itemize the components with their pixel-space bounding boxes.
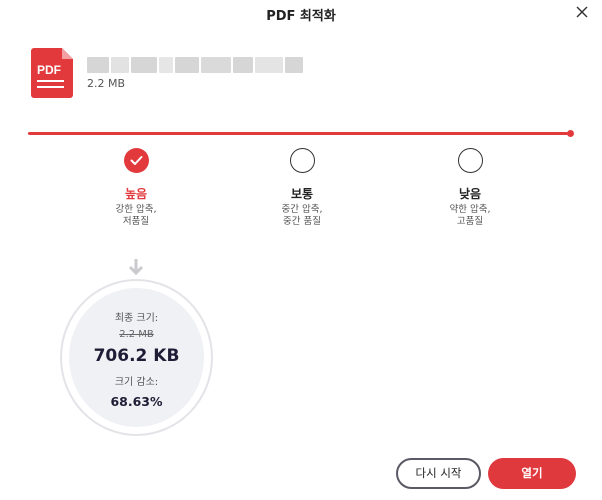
final-size-label: 최종 크기:: [114, 313, 159, 324]
restart-button[interactable]: 다시 시작: [396, 458, 481, 489]
file-size: 2.2 MB: [87, 77, 126, 90]
final-size-value: 706.2 KB: [93, 346, 180, 366]
radio-medium[interactable]: [289, 148, 315, 173]
option-low-label: 낮음: [458, 187, 482, 201]
option-high-label: 높음: [124, 187, 148, 201]
dialog-title: PDF 최적화: [266, 9, 336, 24]
radio-low[interactable]: [457, 148, 483, 173]
compression-slider[interactable]: [28, 130, 574, 138]
slider-thumb[interactable]: [567, 130, 574, 137]
option-medium-desc: 중간 압축, 중간 품질: [281, 204, 323, 227]
arrow-down-icon: [128, 258, 144, 276]
reduction-percent: 68.63%: [110, 394, 163, 409]
file-name-redacted: [87, 54, 312, 74]
pdf-file-icon: PDF: [31, 48, 73, 98]
option-medium[interactable]: 보통 중간 압축, 중간 품질: [242, 148, 362, 228]
original-size: 2.2 MB: [119, 329, 154, 340]
reduction-label: 크기 감소:: [114, 377, 159, 388]
result-panel: 최종 크기: 2.2 MB 706.2 KB 크기 감소: 68.63%: [60, 279, 213, 436]
slider-track: [28, 132, 568, 135]
option-medium-label: 보통: [290, 187, 314, 201]
radio-high[interactable]: [123, 148, 149, 173]
option-low-desc: 약한 압축, 고품질: [449, 204, 491, 227]
close-button[interactable]: [572, 2, 592, 22]
option-low[interactable]: 낮음 약한 압축, 고품질: [410, 148, 530, 228]
pdf-icon-text: PDF: [37, 63, 61, 77]
option-high-desc: 강한 압축, 저품질: [115, 204, 157, 227]
result-inner: 최종 크기: 2.2 MB 706.2 KB 크기 감소: 68.63%: [69, 288, 204, 427]
check-icon: [130, 156, 142, 165]
open-button[interactable]: 열기: [488, 458, 576, 489]
option-high[interactable]: 높음 강한 압축, 저품질: [76, 148, 196, 228]
close-icon: [576, 6, 588, 18]
